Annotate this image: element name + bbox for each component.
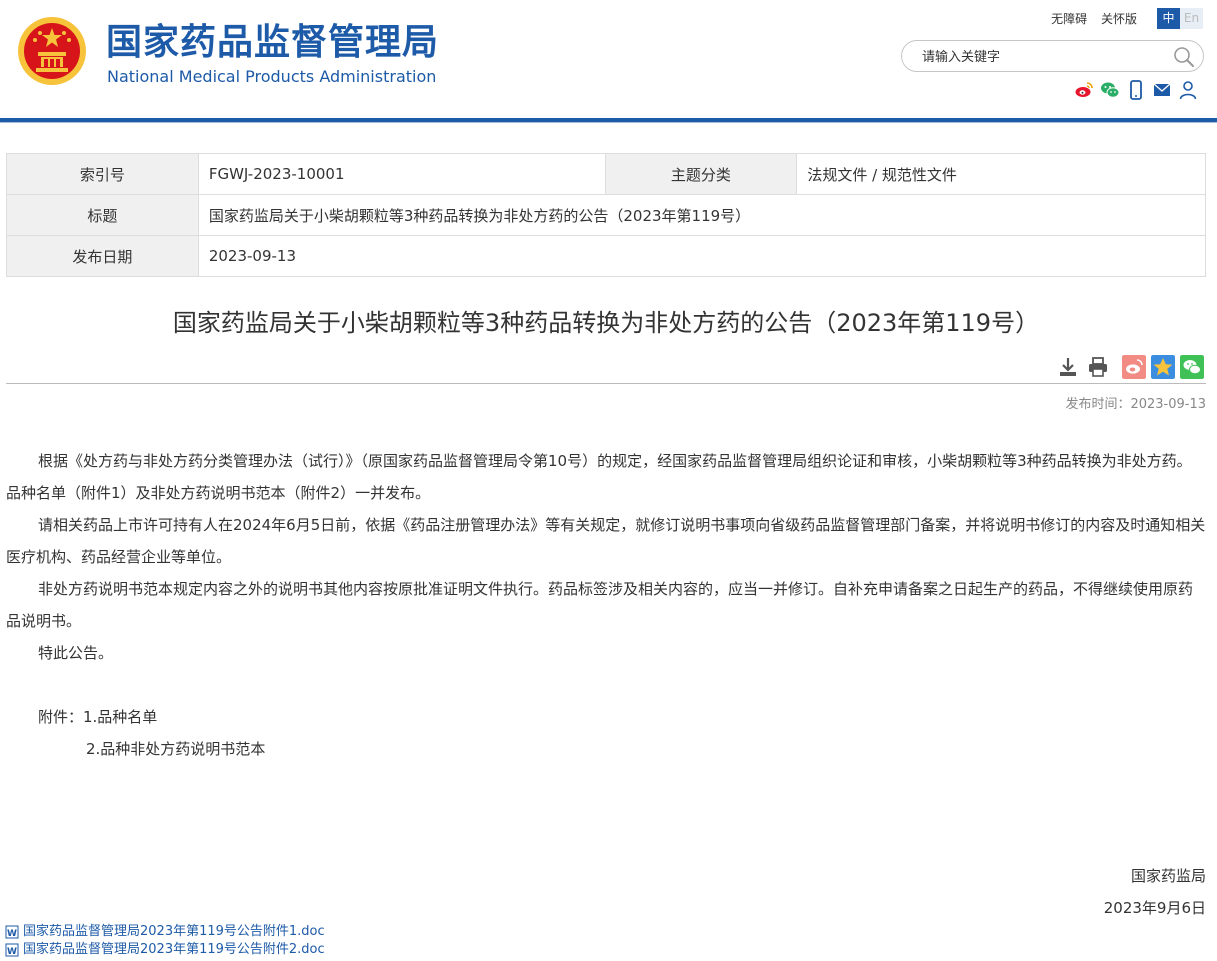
svg-text:W: W bbox=[7, 929, 17, 939]
meta-row: 发布日期 2023-09-13 bbox=[6, 235, 1207, 277]
user-icon[interactable] bbox=[1178, 80, 1198, 100]
publish-time: 发布时间：2023-09-13 bbox=[1065, 397, 1206, 412]
site-header: 国家药品监督管理局 National Medical Products Admi… bbox=[0, 0, 1217, 118]
header-divider-thin bbox=[0, 122, 1217, 123]
svg-text:W: W bbox=[7, 947, 17, 957]
accessibility-link[interactable]: 无障碍 bbox=[1051, 12, 1087, 26]
category-value: 法规文件 / 规范性文件 bbox=[796, 153, 1206, 195]
article-paragraph: 请相关药品上市许可持有人在2024年6月5日前，依据《药品注册管理办法》等有关规… bbox=[6, 516, 1206, 566]
share-qzone-icon[interactable] bbox=[1151, 355, 1175, 379]
title-label: 标题 bbox=[6, 194, 199, 236]
header-share-icons bbox=[1074, 80, 1198, 100]
index-value: FGWJ-2023-10001 bbox=[197, 153, 606, 195]
search-box bbox=[901, 40, 1204, 72]
download-icon[interactable] bbox=[1057, 356, 1079, 378]
title-value: 国家药监局关于小柴胡颗粒等3种药品转换为非处方药的公告（2023年第119号） bbox=[197, 194, 1207, 236]
national-emblem-icon[interactable] bbox=[16, 14, 88, 88]
top-links: 无障碍 关怀版 bbox=[1041, 10, 1137, 27]
site-title-en: National Medical Products Administration bbox=[107, 67, 437, 86]
attachment-file-link[interactable]: W 国家药品监督管理局2023年第119号公告附件2.doc bbox=[5, 941, 325, 959]
word-doc-icon: W bbox=[5, 943, 19, 957]
article-paragraph: 非处方药说明书范本规定内容之外的说明书其他内容按原批准证明文件执行。药品标签涉及… bbox=[6, 580, 1194, 630]
lang-en-button[interactable]: En bbox=[1180, 8, 1203, 29]
document-meta-table: 索引号 FGWJ-2023-10001 主题分类 法规文件 / 规范性文件 标题… bbox=[6, 153, 1207, 277]
article-title: 国家药监局关于小柴胡颗粒等3种药品转换为非处方药的公告（2023年第119号） bbox=[172, 309, 1040, 337]
attachment-line-1: 附件：1.品种名单 bbox=[38, 708, 158, 726]
share-weibo-icon[interactable] bbox=[1122, 355, 1146, 379]
attachment-file-name: 国家药品监督管理局2023年第119号公告附件2.doc bbox=[23, 942, 325, 957]
attachment-file-name: 国家药品监督管理局2023年第119号公告附件1.doc bbox=[23, 924, 325, 939]
article-paragraph: 特此公告。 bbox=[38, 644, 114, 662]
article-body: 根据《处方药与非处方药分类管理办法（试行）》（原国家药品监督管理局令第10号）的… bbox=[6, 445, 1206, 765]
print-icon[interactable] bbox=[1087, 356, 1109, 378]
article-paragraph: 根据《处方药与非处方药分类管理办法（试行）》（原国家药品监督管理局令第10号）的… bbox=[6, 452, 1192, 502]
share-wechat-icon[interactable] bbox=[1180, 355, 1204, 379]
wechat-icon[interactable] bbox=[1100, 80, 1120, 100]
attachment-line-2: 2.品种非处方药说明书范本 bbox=[86, 740, 266, 758]
meta-row: 标题 国家药监局关于小柴胡颗粒等3种药品转换为非处方药的公告（2023年第119… bbox=[6, 194, 1207, 236]
mail-icon[interactable] bbox=[1152, 80, 1172, 100]
index-label: 索引号 bbox=[6, 153, 199, 195]
search-icon[interactable] bbox=[1173, 46, 1195, 68]
lang-zh-button[interactable]: 中 bbox=[1157, 8, 1180, 29]
signature-block: 国家药监局 2023年9月6日 bbox=[1104, 860, 1206, 924]
article-tools bbox=[1057, 355, 1204, 379]
mobile-icon[interactable] bbox=[1126, 80, 1146, 100]
site-title-cn: 国家药品监督管理局 bbox=[106, 22, 440, 63]
date-value: 2023-09-13 bbox=[197, 235, 1207, 277]
meta-row: 索引号 FGWJ-2023-10001 主题分类 法规文件 / 规范性文件 bbox=[6, 153, 1206, 195]
language-switch: 中 En bbox=[1157, 8, 1203, 29]
elderly-mode-link[interactable]: 关怀版 bbox=[1101, 12, 1137, 26]
attachment-files: W 国家药品监督管理局2023年第119号公告附件1.doc W 国家药品监督管… bbox=[5, 923, 325, 959]
date-label: 发布日期 bbox=[6, 235, 199, 277]
category-label: 主题分类 bbox=[604, 153, 798, 195]
word-doc-icon: W bbox=[5, 925, 19, 939]
attachment-file-link[interactable]: W 国家药品监督管理局2023年第119号公告附件1.doc bbox=[5, 923, 325, 941]
article-divider bbox=[6, 383, 1206, 384]
search-input[interactable] bbox=[920, 47, 1164, 67]
sign-date: 2023年9月6日 bbox=[1103, 899, 1206, 917]
signer: 国家药监局 bbox=[1130, 867, 1206, 885]
weibo-icon[interactable] bbox=[1074, 80, 1094, 100]
